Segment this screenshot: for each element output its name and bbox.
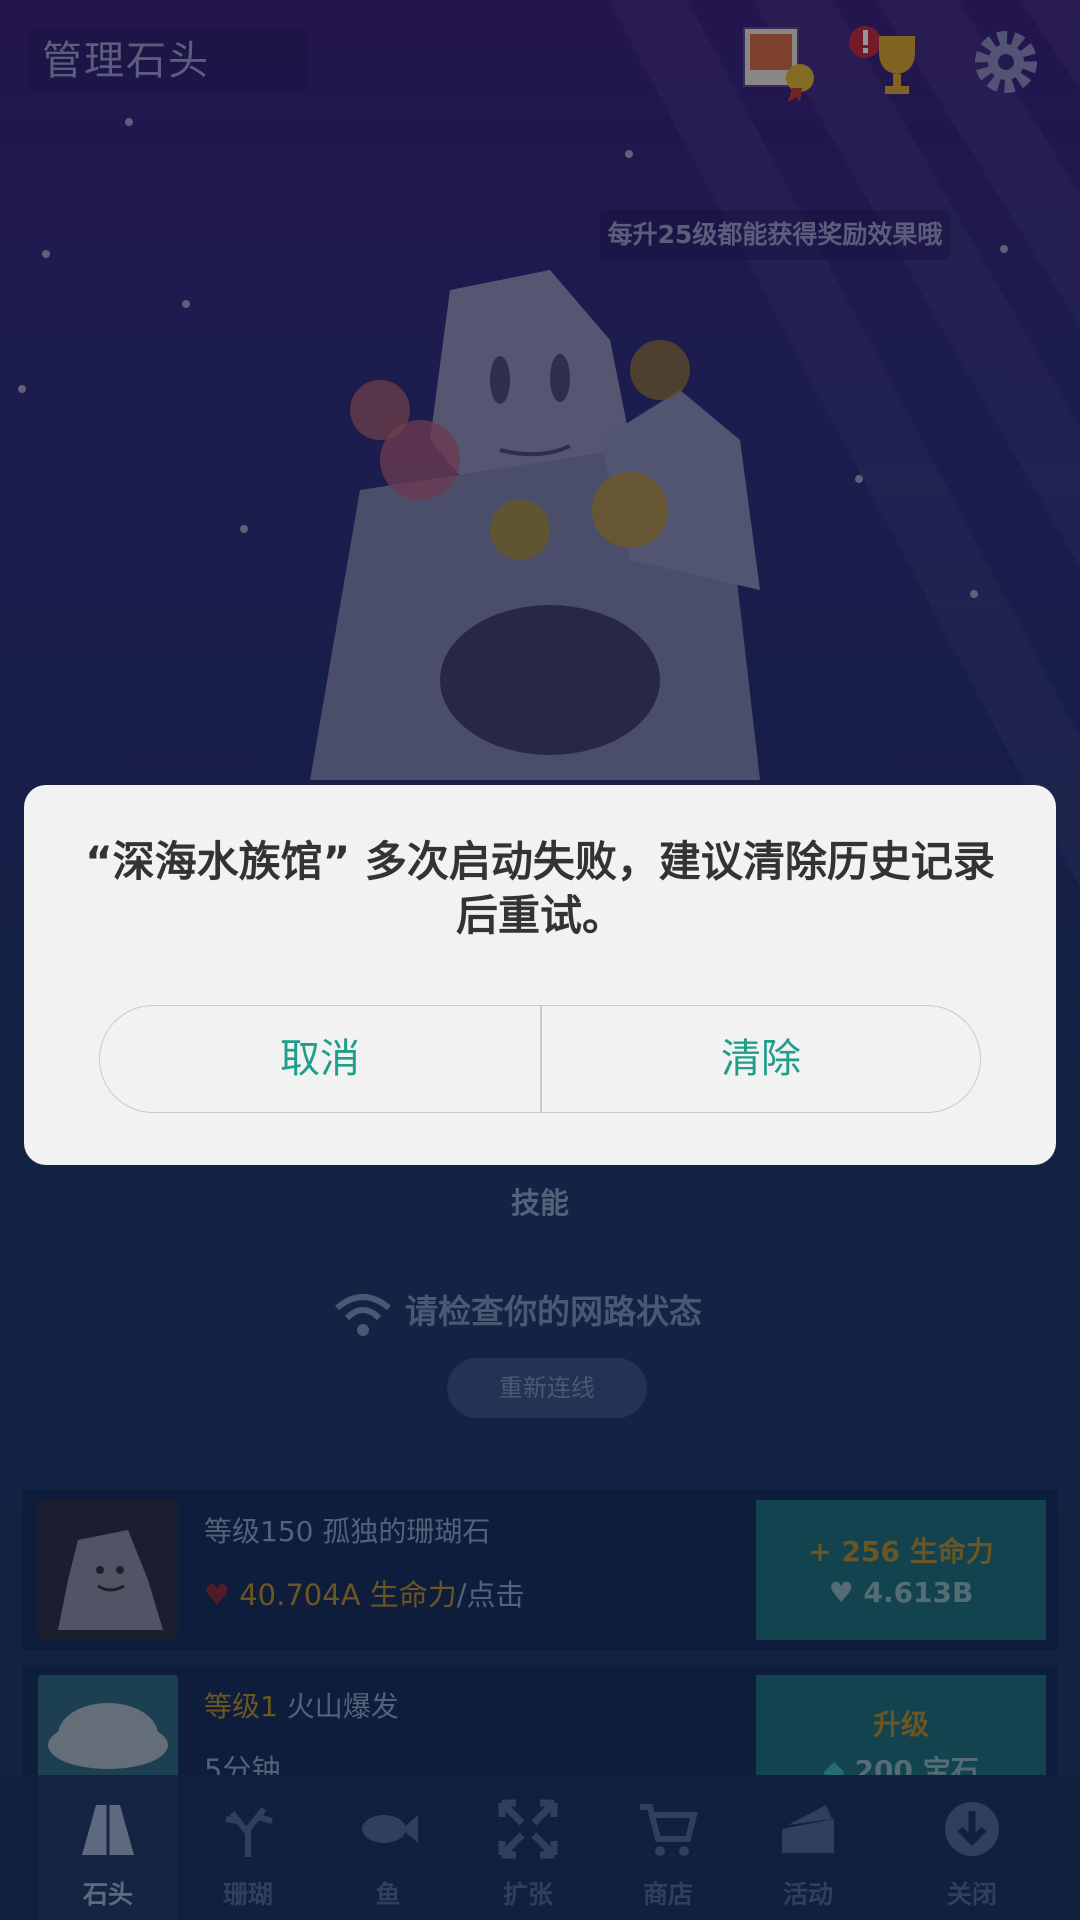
launch-failure-dialog: “深海水族馆” 多次启动失败，建议清除历史记录后重试。 取消 清除: [24, 785, 1056, 1165]
dialog-message: “深海水族馆” 多次启动失败，建议清除历史记录后重试。: [85, 837, 995, 940]
dialog-button-group: 取消 清除: [99, 1005, 981, 1113]
cancel-button[interactable]: 取消: [100, 1006, 540, 1111]
clear-button[interactable]: 清除: [541, 1006, 980, 1111]
